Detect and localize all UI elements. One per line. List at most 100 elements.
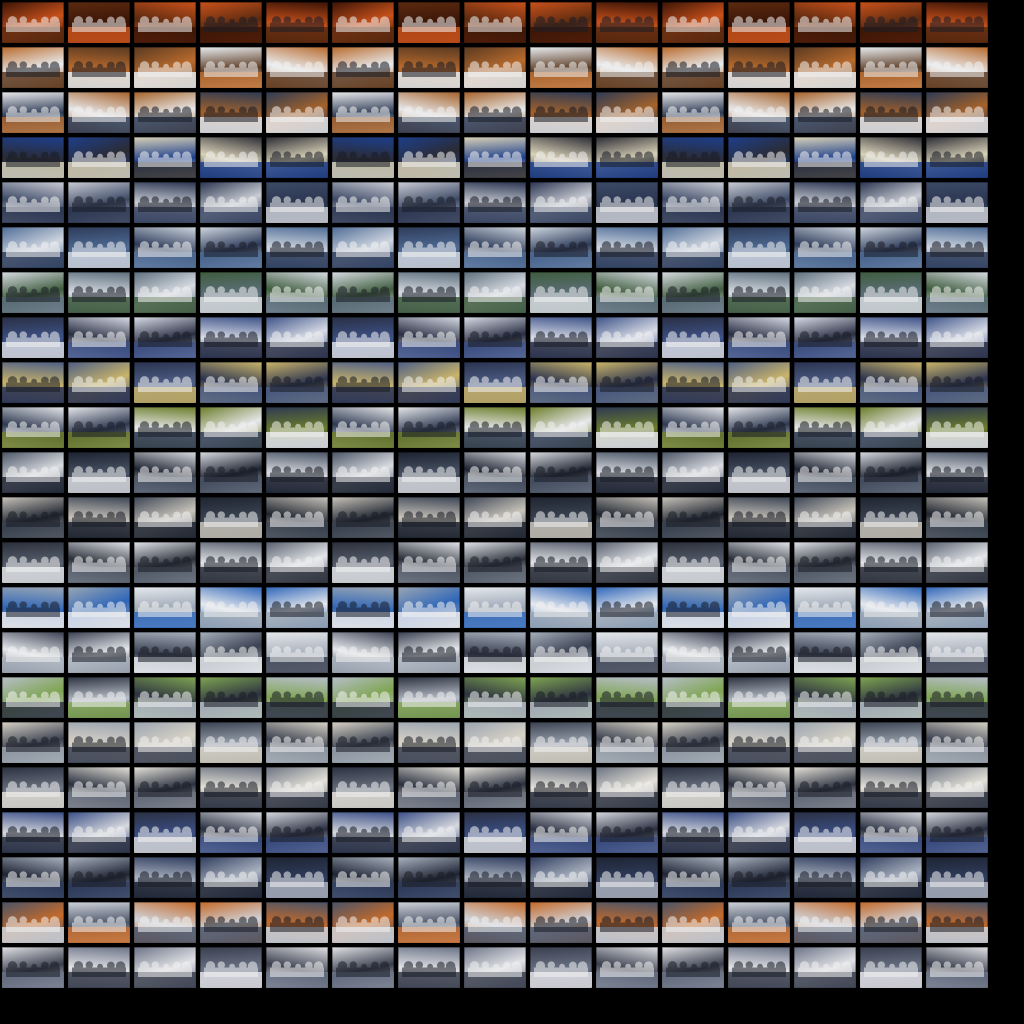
photo-thumbnail [662, 407, 724, 448]
photo-thumbnail [596, 92, 658, 133]
photo-thumbnail [134, 542, 196, 583]
photo-thumbnail [398, 542, 460, 583]
photo-thumbnail [398, 137, 460, 178]
photo-thumbnail [794, 92, 856, 133]
photo-thumbnail [860, 902, 922, 943]
photo-thumbnail [662, 317, 724, 358]
photo-thumbnail [134, 317, 196, 358]
photo-thumbnail [398, 632, 460, 673]
photo-thumbnail [200, 47, 262, 88]
photo-thumbnail [2, 272, 64, 313]
photo-thumbnail [926, 227, 988, 268]
photo-thumbnail [860, 947, 922, 988]
photo-thumbnail [134, 452, 196, 493]
photo-thumbnail [200, 452, 262, 493]
photo-thumbnail [926, 497, 988, 538]
photo-thumbnail [662, 227, 724, 268]
photo-thumbnail [728, 2, 790, 43]
photo-thumbnail [530, 812, 592, 853]
photo-thumbnail [596, 497, 658, 538]
photo-thumbnail [68, 272, 130, 313]
photo-thumbnail [398, 317, 460, 358]
photo-thumbnail [68, 47, 130, 88]
photo-thumbnail [398, 182, 460, 223]
photo-thumbnail [596, 227, 658, 268]
photo-thumbnail [662, 542, 724, 583]
photo-thumbnail [728, 92, 790, 133]
photo-thumbnail [398, 677, 460, 718]
photo-thumbnail [794, 947, 856, 988]
photo-thumbnail [266, 407, 328, 448]
photo-thumbnail [68, 722, 130, 763]
photo-thumbnail [332, 587, 394, 628]
photo-thumbnail [794, 452, 856, 493]
photo-thumbnail [926, 47, 988, 88]
photo-thumbnail [266, 812, 328, 853]
photo-thumbnail [266, 542, 328, 583]
photo-thumbnail [662, 947, 724, 988]
photo-thumbnail [68, 407, 130, 448]
photo-thumbnail [926, 947, 988, 988]
photo-thumbnail [860, 812, 922, 853]
photo-thumbnail [134, 857, 196, 898]
photo-thumbnail [794, 857, 856, 898]
photo-thumbnail [68, 947, 130, 988]
photo-thumbnail [860, 47, 922, 88]
photo-thumbnail [266, 317, 328, 358]
photo-thumbnail [332, 407, 394, 448]
photo-thumbnail [530, 47, 592, 88]
photo-thumbnail [728, 497, 790, 538]
photo-thumbnail [926, 812, 988, 853]
photo-thumbnail [332, 92, 394, 133]
photo-thumbnail [200, 92, 262, 133]
photo-thumbnail [68, 92, 130, 133]
photo-thumbnail [860, 542, 922, 583]
photo-thumbnail [134, 767, 196, 808]
photo-thumbnail [200, 677, 262, 718]
photo-thumbnail [464, 2, 526, 43]
photo-thumbnail [596, 317, 658, 358]
photo-thumbnail [596, 632, 658, 673]
photo-thumbnail [926, 92, 988, 133]
photo-thumbnail [860, 317, 922, 358]
photo-thumbnail [266, 902, 328, 943]
photo-thumbnail [200, 317, 262, 358]
photo-thumbnail [134, 137, 196, 178]
photo-thumbnail [68, 587, 130, 628]
photo-thumbnail [794, 632, 856, 673]
photo-thumbnail [134, 182, 196, 223]
photo-thumbnail [332, 272, 394, 313]
photo-thumbnail [464, 722, 526, 763]
photo-thumbnail [728, 767, 790, 808]
photo-thumbnail [266, 182, 328, 223]
photo-thumbnail [68, 632, 130, 673]
photo-thumbnail [860, 137, 922, 178]
photo-thumbnail [464, 47, 526, 88]
photo-thumbnail [200, 902, 262, 943]
photo-thumbnail [332, 497, 394, 538]
photo-thumbnail [860, 497, 922, 538]
photo-thumbnail [662, 182, 724, 223]
photo-thumbnail [662, 722, 724, 763]
photo-thumbnail [200, 587, 262, 628]
photo-thumbnail [794, 587, 856, 628]
photo-thumbnail [134, 947, 196, 988]
photo-thumbnail [926, 677, 988, 718]
photo-thumbnail [860, 182, 922, 223]
photo-thumbnail [662, 902, 724, 943]
photo-thumbnail [464, 857, 526, 898]
photo-thumbnail [596, 587, 658, 628]
photo-thumbnail [200, 947, 262, 988]
photo-thumbnail [134, 722, 196, 763]
photo-thumbnail [794, 542, 856, 583]
photo-thumbnail [530, 2, 592, 43]
photo-thumbnail [266, 272, 328, 313]
photo-thumbnail [596, 767, 658, 808]
photo-thumbnail [728, 902, 790, 943]
photo-thumbnail [728, 812, 790, 853]
photo-thumbnail [332, 362, 394, 403]
photo-thumbnail [464, 542, 526, 583]
bottom-margin [0, 990, 1024, 1024]
photo-thumbnail [596, 812, 658, 853]
photo-thumbnail [2, 722, 64, 763]
